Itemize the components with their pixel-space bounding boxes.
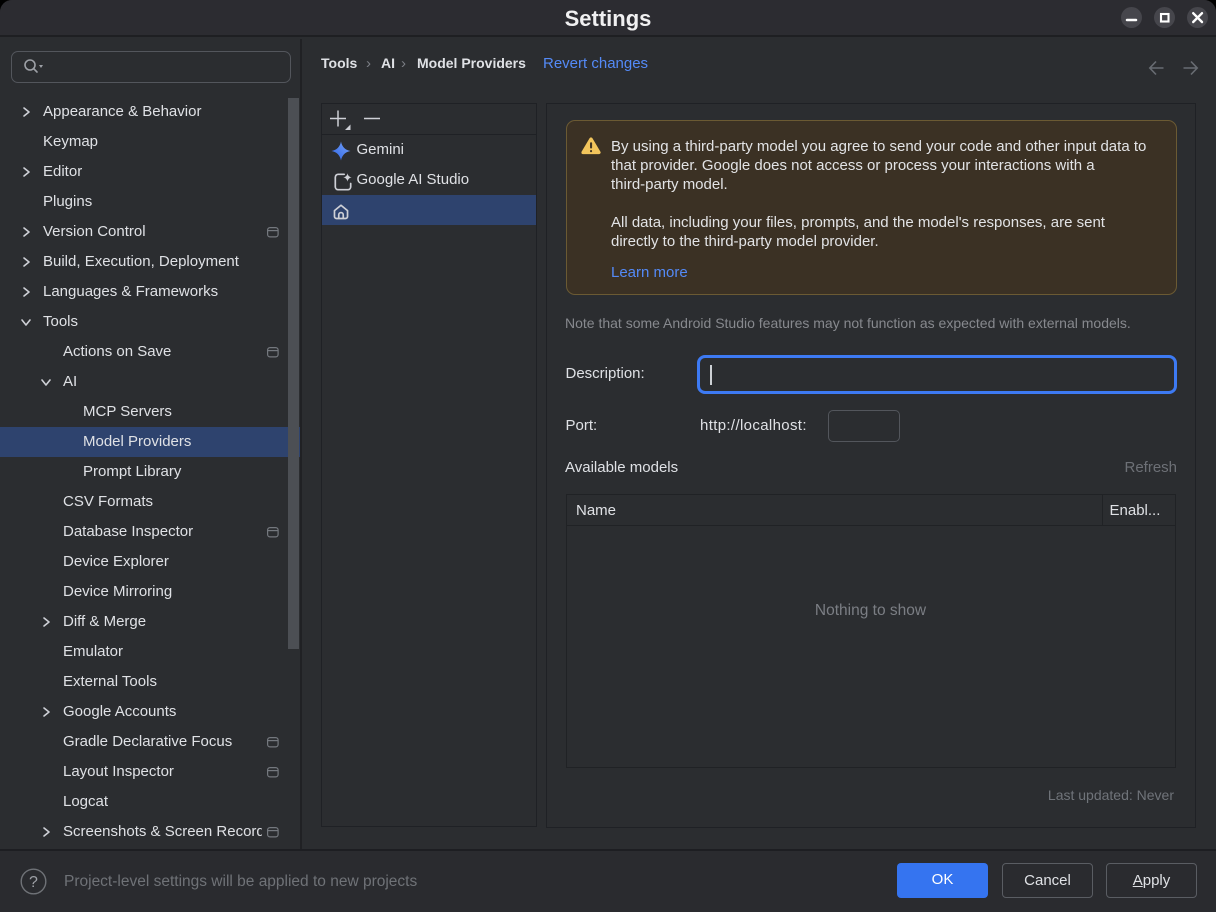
svg-text:?: ? [29,874,38,891]
